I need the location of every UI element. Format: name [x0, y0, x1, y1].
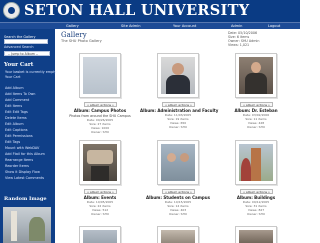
sidebar-action[interactable]: Edit Edit Tags: [5, 110, 28, 114]
album-image: [161, 57, 195, 94]
sidebar-action[interactable]: Edit Captions: [5, 128, 28, 132]
sidebar-action[interactable]: Add Comment: [5, 98, 29, 102]
album-card: « album actions » Album: Campus Photos P…: [62, 53, 138, 134]
album-thumbnail[interactable]: [235, 53, 277, 98]
album-thumbnail[interactable]: [157, 140, 199, 185]
album-meta: Owner: SHU: [90, 212, 110, 216]
nav-site-admin[interactable]: Site Admin: [121, 23, 141, 29]
album-image: [83, 230, 117, 243]
nav-gallery[interactable]: Gallery: [66, 23, 79, 29]
top-nav: Gallery Site Admin Your Account Admin Lo…: [0, 22, 300, 29]
jump-to-album-select[interactable]: -- Jump to Album --: [4, 51, 50, 56]
album-image: [161, 144, 195, 181]
nav-your-account[interactable]: Your Account: [173, 23, 196, 29]
album-meta: Owner: SHU: [168, 212, 188, 216]
album-image: [239, 230, 273, 243]
album-title[interactable]: Album: Campus Photos: [62, 108, 138, 113]
album-card: « album actions » Album: Dr. Esteban Dat…: [218, 53, 294, 133]
nav-logout[interactable]: Logout: [268, 23, 280, 29]
album-thumbnail[interactable]: [157, 226, 199, 243]
gallery-meta: Views: 1,021: [228, 43, 250, 47]
cart-heading: Your Cart: [4, 62, 34, 68]
site-title[interactable]: SETON HALL UNIVERSITY: [24, 2, 249, 20]
sidebar-action[interactable]: Edit Permissions: [5, 134, 33, 138]
nav-admin[interactable]: Admin: [231, 23, 242, 29]
album-thumbnail[interactable]: [79, 140, 121, 185]
album-meta: Owner: SHU: [246, 212, 266, 216]
page-title: Gallery: [61, 31, 87, 39]
album-meta: Owner: SHU: [90, 130, 110, 134]
album-image: [83, 57, 117, 94]
album-actions-select[interactable]: « album actions »: [162, 102, 195, 107]
album-meta: Owner: SHU: [168, 125, 188, 129]
album-image: [161, 230, 195, 243]
sidebar-action[interactable]: Show it Display Flow: [5, 170, 40, 174]
album-thumbnail[interactable]: [235, 140, 277, 185]
album-meta: Owner: SHU: [246, 125, 266, 129]
album-actions-select[interactable]: « album actions »: [162, 189, 195, 194]
album-image: [239, 57, 273, 94]
sidebar-action[interactable]: Edit Tags: [5, 140, 20, 144]
album-thumbnail[interactable]: [157, 53, 199, 98]
university-seal-icon: [3, 2, 20, 19]
album-card: « album actions » Album: Events Date: 10…: [62, 140, 138, 220]
album-thumbnail[interactable]: [79, 53, 121, 98]
site-banner: SETON HALL UNIVERSITY: [0, 0, 300, 22]
page-subtitle: The SHU Photo Gallery: [61, 39, 102, 43]
sidebar-action[interactable]: Edit Album: [5, 122, 24, 126]
sidebar-action[interactable]: Reorder Items: [5, 164, 29, 168]
album-thumbnail[interactable]: [79, 226, 121, 243]
random-image[interactable]: [3, 207, 51, 243]
album-actions-select[interactable]: « album actions »: [240, 189, 273, 194]
sidebar-action[interactable]: Add Items To Own: [5, 92, 35, 96]
album-card: « album actions » Album: Administration …: [140, 53, 218, 133]
album-image: [239, 144, 273, 181]
album-image: [83, 144, 117, 181]
search-input[interactable]: [4, 39, 48, 44]
album-card: « album actions » Album: Buildings Date:…: [218, 140, 294, 220]
album-actions-select[interactable]: « album actions »: [84, 189, 117, 194]
sidebar-action[interactable]: Delete Items: [5, 116, 27, 120]
sidebar-action[interactable]: Rearrange Items: [5, 158, 33, 162]
album-actions-select[interactable]: « album actions »: [240, 102, 273, 107]
sidebar-action[interactable]: Edit Items: [5, 104, 22, 108]
sidebar-action[interactable]: Add Ftail for this Album: [5, 152, 45, 156]
view-cart-link[interactable]: Your Cart: [5, 75, 20, 79]
album-actions-select[interactable]: « album actions »: [84, 102, 117, 107]
sidebar-action[interactable]: Mount with WebDAV: [5, 146, 39, 150]
advanced-search-link[interactable]: Advanced Search: [4, 45, 33, 49]
cart-text: Your basket is currently empty: [5, 70, 57, 74]
sidebar-action[interactable]: Add Album: [5, 86, 24, 90]
album-thumbnail[interactable]: [235, 226, 277, 243]
sidebar-action[interactable]: View Latest Comments: [5, 176, 44, 180]
random-image-heading: Random Image: [4, 196, 47, 202]
album-card: « album actions » Album: Students on Cam…: [140, 140, 216, 220]
